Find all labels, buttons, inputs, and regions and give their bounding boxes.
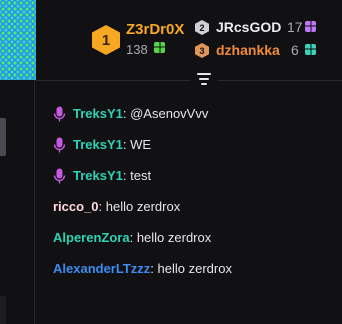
rank-badge-silver: 2 bbox=[195, 20, 209, 35]
chat-feed: TreksY1: @AsenovVvv TreksY1: WE TreksY1: t… bbox=[53, 98, 338, 284]
leader-score: 138 bbox=[126, 42, 148, 57]
leader-score: 17 bbox=[287, 19, 303, 35]
chat-username[interactable]: AlperenZora bbox=[53, 230, 130, 245]
chat-text: WE bbox=[126, 137, 152, 152]
chat-username[interactable]: TreksY1 bbox=[73, 137, 123, 152]
chat-text: hello zerdrox bbox=[102, 199, 181, 214]
gift-icon bbox=[154, 42, 165, 53]
chat-text: hello zerdrox bbox=[153, 261, 232, 276]
chat-username[interactable]: ricco_0 bbox=[53, 199, 99, 214]
gift-leaderboard: 1 Z3rDr0X 138 2 JRcsGOD 17 3 dzhankka 6 bbox=[36, 0, 342, 80]
chat-username[interactable]: TreksY1 bbox=[73, 168, 123, 183]
panel-divider bbox=[34, 80, 35, 324]
chat-message: TreksY1: @AsenovVvv bbox=[53, 98, 338, 129]
side-panel-edge bbox=[0, 296, 6, 324]
chat-message: TreksY1: test bbox=[53, 160, 338, 191]
chat-text: test bbox=[126, 168, 152, 183]
chat-message: AlexanderLTzzz: hello zerdrox bbox=[53, 253, 338, 284]
collapse-icon[interactable] bbox=[190, 70, 218, 88]
leader-score: 6 bbox=[291, 42, 299, 58]
leader-name: dzhankka bbox=[216, 42, 280, 58]
leader-name: Z3rDr0X bbox=[126, 21, 185, 38]
leaderboard-divider bbox=[36, 80, 342, 81]
chat-username[interactable]: AlexanderLTzzz bbox=[53, 261, 150, 276]
chat-username[interactable]: TreksY1 bbox=[73, 106, 123, 121]
chat-text: hello zerdrox bbox=[133, 230, 212, 245]
gift-icon bbox=[305, 44, 316, 55]
microphone-icon bbox=[53, 137, 66, 152]
chat-message: AlperenZora: hello zerdrox bbox=[53, 222, 338, 253]
microphone-icon bbox=[53, 106, 66, 121]
gift-icon bbox=[305, 21, 316, 32]
stream-thumbnail[interactable] bbox=[0, 0, 36, 80]
rank-badge-gold: 1 bbox=[92, 25, 120, 55]
chat-message: ricco_0: hello zerdrox bbox=[53, 191, 338, 222]
microphone-icon bbox=[53, 168, 66, 183]
chat-message: TreksY1: WE bbox=[53, 129, 338, 160]
chat-text: @AsenovVvv bbox=[126, 106, 209, 121]
rank-badge-bronze: 3 bbox=[195, 43, 209, 58]
leader-name: JRcsGOD bbox=[216, 19, 282, 35]
side-panel-handle[interactable] bbox=[0, 118, 6, 156]
